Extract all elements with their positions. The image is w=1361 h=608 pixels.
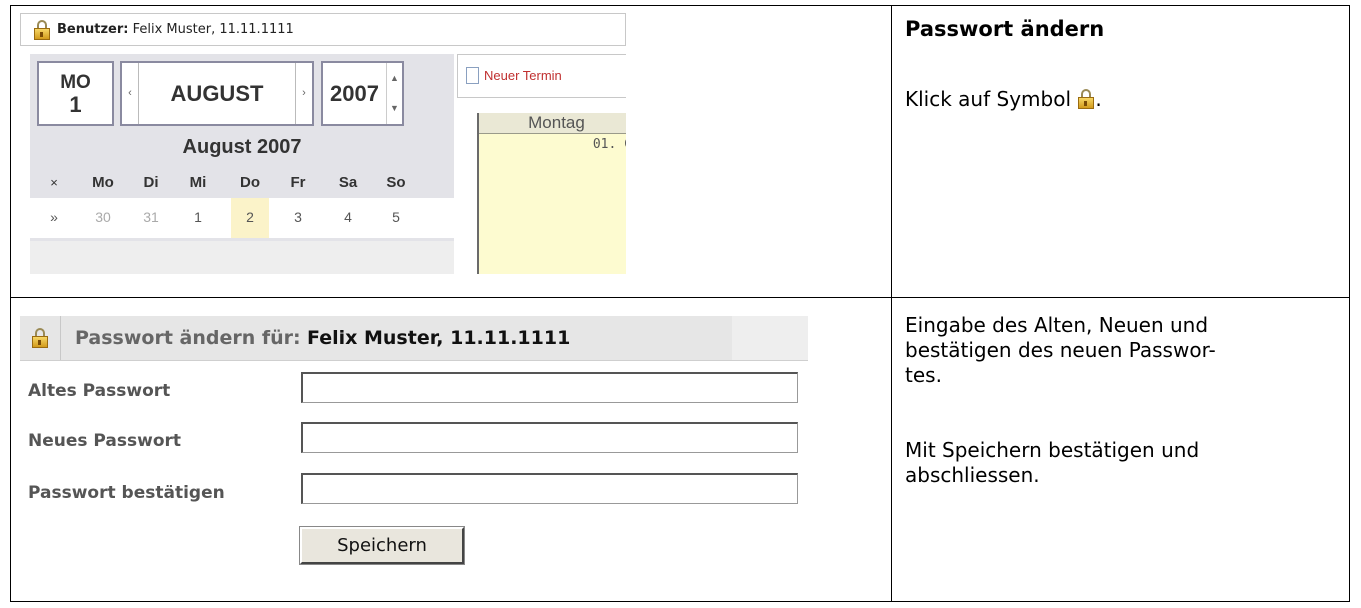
table-divider-horizontal [10,297,1350,298]
save-button[interactable]: Speichern [300,527,464,564]
new-appointment-label: Neuer Termin [484,68,562,83]
form-header: Passwort ändern für: Felix Muster, 11.11… [20,316,808,361]
weekday-header: So [386,174,406,191]
text-line: Eingabe des Alten, Neuen und [905,313,1209,337]
confirm-password-input[interactable] [301,473,798,504]
spin-down-icon[interactable]: ▼ [387,93,402,123]
old-password-input[interactable] [301,372,798,403]
calendar-day[interactable]: 5 [377,198,415,238]
form-header-label: Passwort ändern für: [75,327,301,349]
header-icon-cell [20,316,61,360]
instruction-period: . [1095,87,1102,111]
year-spinner[interactable]: ▲ ▼ [386,63,402,124]
calendar-day[interactable]: 3 [279,198,317,238]
year-label: 2007 [330,81,379,106]
day-view-area: Neuer Termin Montag 01. C [457,54,626,274]
lock-icon [31,328,49,348]
text-line: bestätigen des neuen Passwor- [905,338,1216,362]
form-header-user: Felix Muster, 11.11.1111 [307,327,571,349]
weekday-header-row: × Mo Di Mi Do Fr Sa So [30,168,454,198]
weekday-header: Mi [189,174,207,191]
week-select-arrow[interactable]: » [35,198,73,238]
calendar-day[interactable]: 1 [179,198,217,238]
user-label: Benutzer: [57,22,129,37]
month-label: AUGUST [170,81,264,106]
document-icon [466,67,479,84]
next-month-arrow-icon[interactable]: › [295,63,312,124]
new-password-input[interactable] [301,422,798,453]
weekday-header: × [50,175,58,190]
calendar-day-today[interactable]: 2 [231,198,269,238]
lock-icon[interactable] [33,20,51,40]
calendar-screenshot: Benutzer: Felix Muster, 11.11.1111 MO 1 … [20,13,626,274]
weekday-header: Di [143,174,159,191]
calendar-week-row: » 30 31 1 2 3 4 5 [30,198,454,238]
confirm-password-label: Passwort bestätigen [28,483,225,503]
day-box: MO 1 [37,61,114,126]
calendar-bottom-strip [30,241,454,274]
spin-up-icon[interactable]: ▲ [387,63,402,93]
new-appointment-button[interactable]: Neuer Termin [457,54,626,98]
day-number: 1 [69,92,82,117]
header-tail [732,316,808,360]
table-divider-vertical [891,5,892,602]
password-form-screenshot: Passwort ändern für: Felix Muster, 11.11… [20,316,808,584]
day-view: Montag 01. C [477,113,626,274]
calendar-day[interactable]: 31 [132,198,170,238]
year-box: 2007 ▲ ▼ [321,61,404,126]
old-password-label: Altes Passwort [28,381,171,401]
prev-month-arrow-icon[interactable]: ‹ [122,63,139,124]
section-title: Passwort ändern [905,17,1105,41]
instruction-label: Klick auf Symbol [905,87,1071,111]
weekday-header: Sa [338,174,358,191]
day-of-week: MO [60,72,91,93]
month-box: ‹ AUGUST › [120,61,314,126]
user-info: Benutzer: Felix Muster, 11.11.1111 [57,22,294,37]
day-header: Montag [479,113,626,134]
instruction-paragraph-1: Eingabe des Alten, Neuen und bestätigen … [905,313,1216,388]
calendar-day[interactable]: 30 [84,198,122,238]
user-bar: Benutzer: Felix Muster, 11.11.1111 [20,13,626,46]
text-line: tes. [905,363,942,387]
weekday-header: Do [240,174,260,191]
text-line: Mit Speichern bestätigen und [905,438,1200,462]
weekday-header: Mo [92,174,114,191]
user-name: Felix Muster, 11.11.1111 [132,22,294,37]
instruction-paragraph-2: Mit Speichern bestätigen und abschliesse… [905,438,1199,488]
text-line: abschliessen. [905,463,1040,487]
day-date: 01. C [592,137,626,152]
month-title: August 2007 [30,129,454,165]
calendar-day[interactable]: 4 [329,198,367,238]
lock-icon [1077,89,1095,109]
instruction-text: Klick auf Symbol . [905,86,1102,113]
new-password-label: Neues Passwort [28,431,182,451]
weekday-header: Fr [290,174,306,191]
